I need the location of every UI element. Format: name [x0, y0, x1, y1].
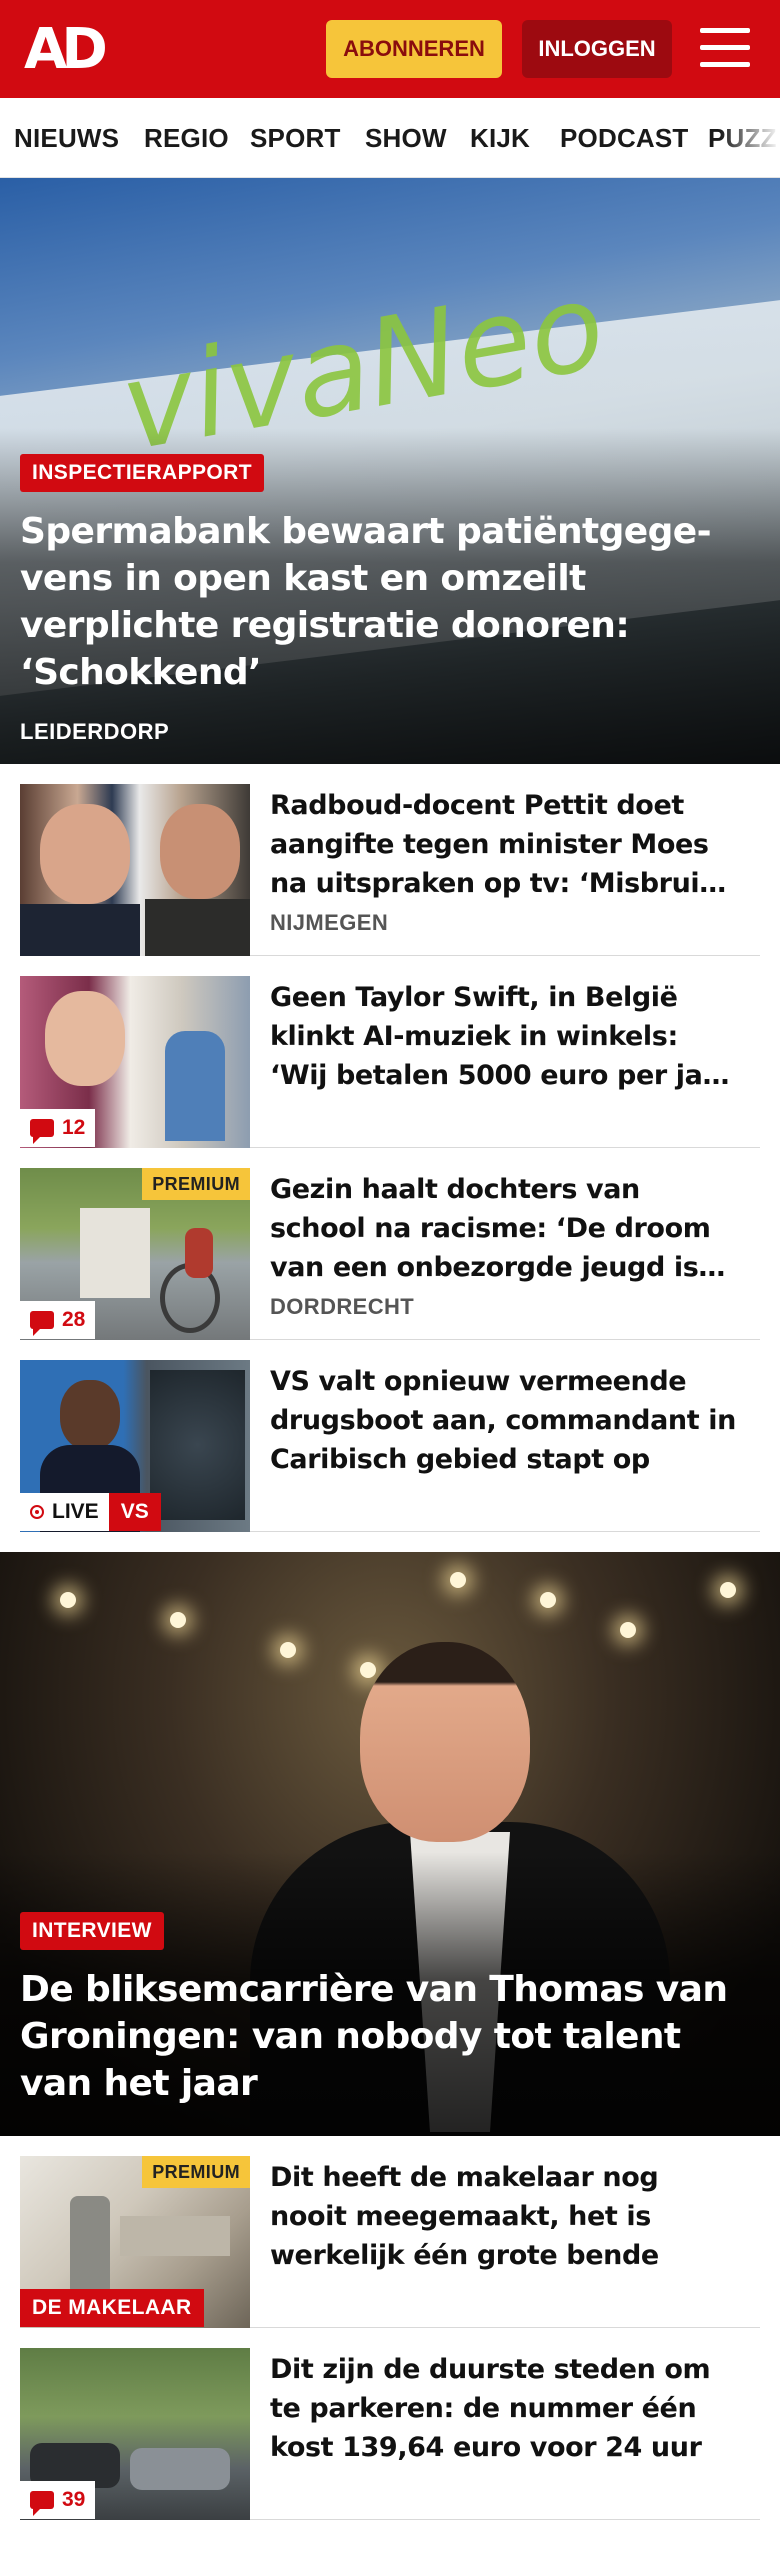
- article-location: NIJMEGEN: [270, 910, 389, 935]
- article-title[interactable]: Dit zijn de duurste steden om te parkere…: [270, 2350, 740, 2467]
- list-item[interactable]: Radboud-docent Pettit doet aangifte tege…: [20, 784, 760, 956]
- comment-count: 12: [62, 1116, 86, 1139]
- list-item[interactable]: 39 Dit zijn de duurste steden om te park…: [20, 2348, 760, 2520]
- hero-article[interactable]: vivaNeo INSPECTIERAPPORT Spermabank bewa…: [0, 178, 780, 764]
- comment-count-badge[interactable]: 12: [20, 1109, 96, 1147]
- comment-count-badge[interactable]: 39: [20, 2481, 96, 2519]
- comment-icon: [30, 2491, 54, 2516]
- live-label: LIVE: [52, 1500, 99, 1523]
- feature-article[interactable]: INTERVIEW De bliksemcarrière van Thomas …: [0, 1552, 780, 2136]
- feature-title[interactable]: De bliksemcarrière van Thomas van Gronin…: [20, 1966, 760, 2107]
- article-title[interactable]: Geen Taylor Swift, in België klinkt AI-m…: [270, 978, 740, 1095]
- live-indicator: LIVE: [20, 1493, 109, 1531]
- list-item[interactable]: PREMIUM 28 Gezin haalt dochters van scho…: [20, 1168, 760, 1340]
- article-location: DORDRECHT: [270, 1294, 415, 1319]
- nav-item-show[interactable]: SHOW: [365, 123, 447, 154]
- article-title[interactable]: Dit heeft de makelaar nog nooit meegemaa…: [270, 2158, 740, 2275]
- hero-category-label: INSPECTIERAPPORT: [20, 454, 264, 492]
- comment-icon: [30, 1119, 54, 1144]
- list-item[interactable]: 12 Geen Taylor Swift, in België klinkt A…: [20, 976, 760, 1148]
- article-thumbnail: [20, 784, 250, 956]
- feature-image-head: [360, 1642, 530, 1842]
- comment-count-badge[interactable]: 28: [20, 1301, 96, 1339]
- article-title[interactable]: Radboud-docent Pettit doet aangifte tege…: [270, 786, 740, 903]
- nav-fade: [720, 98, 780, 177]
- live-badge[interactable]: LIVE VS: [20, 1493, 161, 1531]
- hero-title[interactable]: Spermabank bewaart patiëntgege-vens in o…: [20, 508, 720, 696]
- comment-icon: [30, 1311, 54, 1336]
- comment-count: 28: [62, 1308, 86, 1331]
- section-nav: NIEUWS REGIO SPORT SHOW KIJK PODCAST PUZ…: [0, 98, 780, 178]
- live-dot-icon: [30, 1505, 44, 1519]
- nav-item-regio[interactable]: REGIO: [144, 123, 229, 154]
- premium-badge: PREMIUM: [142, 2156, 250, 2188]
- nav-item-nieuws[interactable]: NIEUWS: [14, 123, 119, 154]
- nav-item-sport[interactable]: SPORT: [250, 123, 341, 154]
- feature-category-label: INTERVIEW: [20, 1912, 164, 1950]
- login-button[interactable]: INLOGGEN: [522, 20, 672, 78]
- series-badge[interactable]: DE MAKELAAR: [20, 2289, 204, 2327]
- top-bar: AD ABONNEREN INLOGGEN: [0, 0, 780, 98]
- hamburger-menu-icon[interactable]: [700, 26, 752, 70]
- ad-logo[interactable]: AD: [24, 22, 108, 78]
- article-title[interactable]: VS valt opnieuw vermeende drugsboot aan,…: [270, 1362, 740, 1479]
- nav-item-kijk[interactable]: KIJK: [470, 123, 530, 154]
- hero-location: LEIDERDORP: [20, 719, 170, 744]
- article-title[interactable]: Gezin haalt dochters van school na racis…: [270, 1170, 740, 1287]
- nav-item-podcast[interactable]: PODCAST: [560, 123, 689, 154]
- topic-tag: VS: [108, 1493, 161, 1531]
- list-item[interactable]: LIVE VS VS valt opnieuw vermeende drugsb…: [20, 1360, 760, 1532]
- premium-badge: PREMIUM: [142, 1168, 250, 1200]
- comment-count: 39: [62, 2488, 86, 2511]
- list-item[interactable]: PREMIUM DE MAKELAAR Dit heeft de makelaa…: [20, 2156, 760, 2328]
- subscribe-button[interactable]: ABONNEREN: [326, 20, 502, 78]
